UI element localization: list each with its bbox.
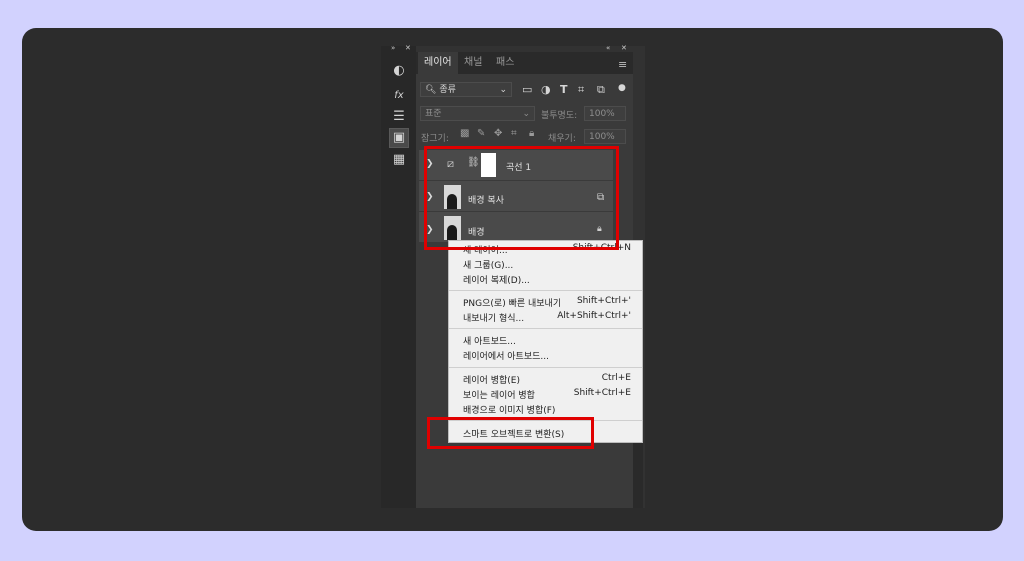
collapse-arrows-icon[interactable]: « <box>606 44 610 52</box>
panel-menu-icon[interactable]: ≡ <box>618 58 627 71</box>
menu-item-export-as[interactable]: 내보내기 형식... <box>463 311 524 324</box>
menu-separator <box>449 328 642 329</box>
menu-item-quick-export-png[interactable]: PNG으(로) 빠른 내보내기 <box>463 296 561 309</box>
close-icon[interactable]: ✕ <box>621 44 627 52</box>
lock-all-icon[interactable]: 🔒︎ <box>529 128 534 139</box>
chevron-down-icon: ⌄ <box>522 109 530 119</box>
fill-input[interactable]: 100% <box>584 129 626 144</box>
blend-mode-value: 표준 <box>425 109 442 119</box>
tab-paths[interactable]: 패스 <box>490 52 520 74</box>
filter-kind-label: 종류 <box>439 85 456 95</box>
type-filter-icon[interactable]: T <box>560 83 568 96</box>
smart-object-filter-icon[interactable]: ⧉ <box>597 83 605 97</box>
menu-item-duplicate-layer[interactable]: 레이어 복제(D)... <box>463 273 530 286</box>
fill-label: 채우기: <box>548 134 576 144</box>
menu-item-flatten-image[interactable]: 배경으로 이미지 병합(F) <box>463 403 555 416</box>
menu-item-new-group[interactable]: 새 그룹(G)... <box>463 258 513 271</box>
properties-icon[interactable]: ☰ <box>390 108 408 126</box>
grid-icon[interactable]: ▦ <box>390 151 408 169</box>
close-icon[interactable]: ✕ <box>405 44 411 52</box>
shortcut-quick-export: Shift+Ctrl+' <box>576 296 631 306</box>
adjustment-filter-icon[interactable]: ◑ <box>541 83 551 96</box>
shortcut-export-as: Alt+Shift+Ctrl+' <box>557 311 631 321</box>
toggle-filter-icon[interactable]: ● <box>618 83 626 93</box>
fill-value: 100% <box>589 132 615 142</box>
layers-highlight-box <box>424 146 619 250</box>
smart-object-highlight-box <box>427 417 594 449</box>
shape-filter-icon[interactable]: ⌗ <box>578 83 584 97</box>
lock-artboard-icon[interactable]: ⌗ <box>511 128 517 139</box>
opacity-label: 불투명도: <box>541 111 578 121</box>
shortcut-merge-layers: Ctrl+E <box>601 373 631 383</box>
menu-item-artboard-from-layers[interactable]: 레이어에서 아트보드... <box>463 349 549 362</box>
menu-separator <box>449 367 642 368</box>
expand-arrows-icon[interactable]: » <box>391 44 395 52</box>
tab-layers[interactable]: 레이어 <box>418 52 458 74</box>
opacity-input[interactable]: 100% <box>584 106 626 121</box>
blend-mode-dropdown[interactable]: 표준 ⌄ <box>420 106 535 121</box>
opacity-value: 100% <box>589 109 615 119</box>
menu-item-merge-layers[interactable]: 레이어 병합(E) <box>463 373 520 386</box>
libraries-icon[interactable]: ▣ <box>389 128 409 148</box>
shortcut-merge-visible: Shift+Ctrl+E <box>573 388 631 398</box>
pixel-layer-filter-icon[interactable]: ▭ <box>522 83 532 96</box>
styles-icon[interactable]: fx <box>390 86 408 104</box>
tab-channels[interactable]: 채널 <box>458 52 488 74</box>
lock-transparent-icon[interactable]: ▩ <box>460 128 469 139</box>
menu-item-new-artboard[interactable]: 새 아트보드... <box>463 334 516 347</box>
lock-position-icon[interactable]: ✥ <box>494 128 502 139</box>
lock-label: 잠그기: <box>421 134 449 144</box>
menu-separator <box>449 290 642 291</box>
menu-item-merge-visible[interactable]: 보이는 레이어 병합 <box>463 388 535 401</box>
filter-kind-dropdown[interactable]: 🔍︎ 종류 ⌄ <box>420 82 512 97</box>
adjustments-icon[interactable]: ◐ <box>390 62 408 80</box>
chevron-down-icon: ⌄ <box>499 85 507 95</box>
search-icon: 🔍︎ <box>425 85 437 95</box>
lock-pixels-icon[interactable]: ✎ <box>477 128 485 139</box>
